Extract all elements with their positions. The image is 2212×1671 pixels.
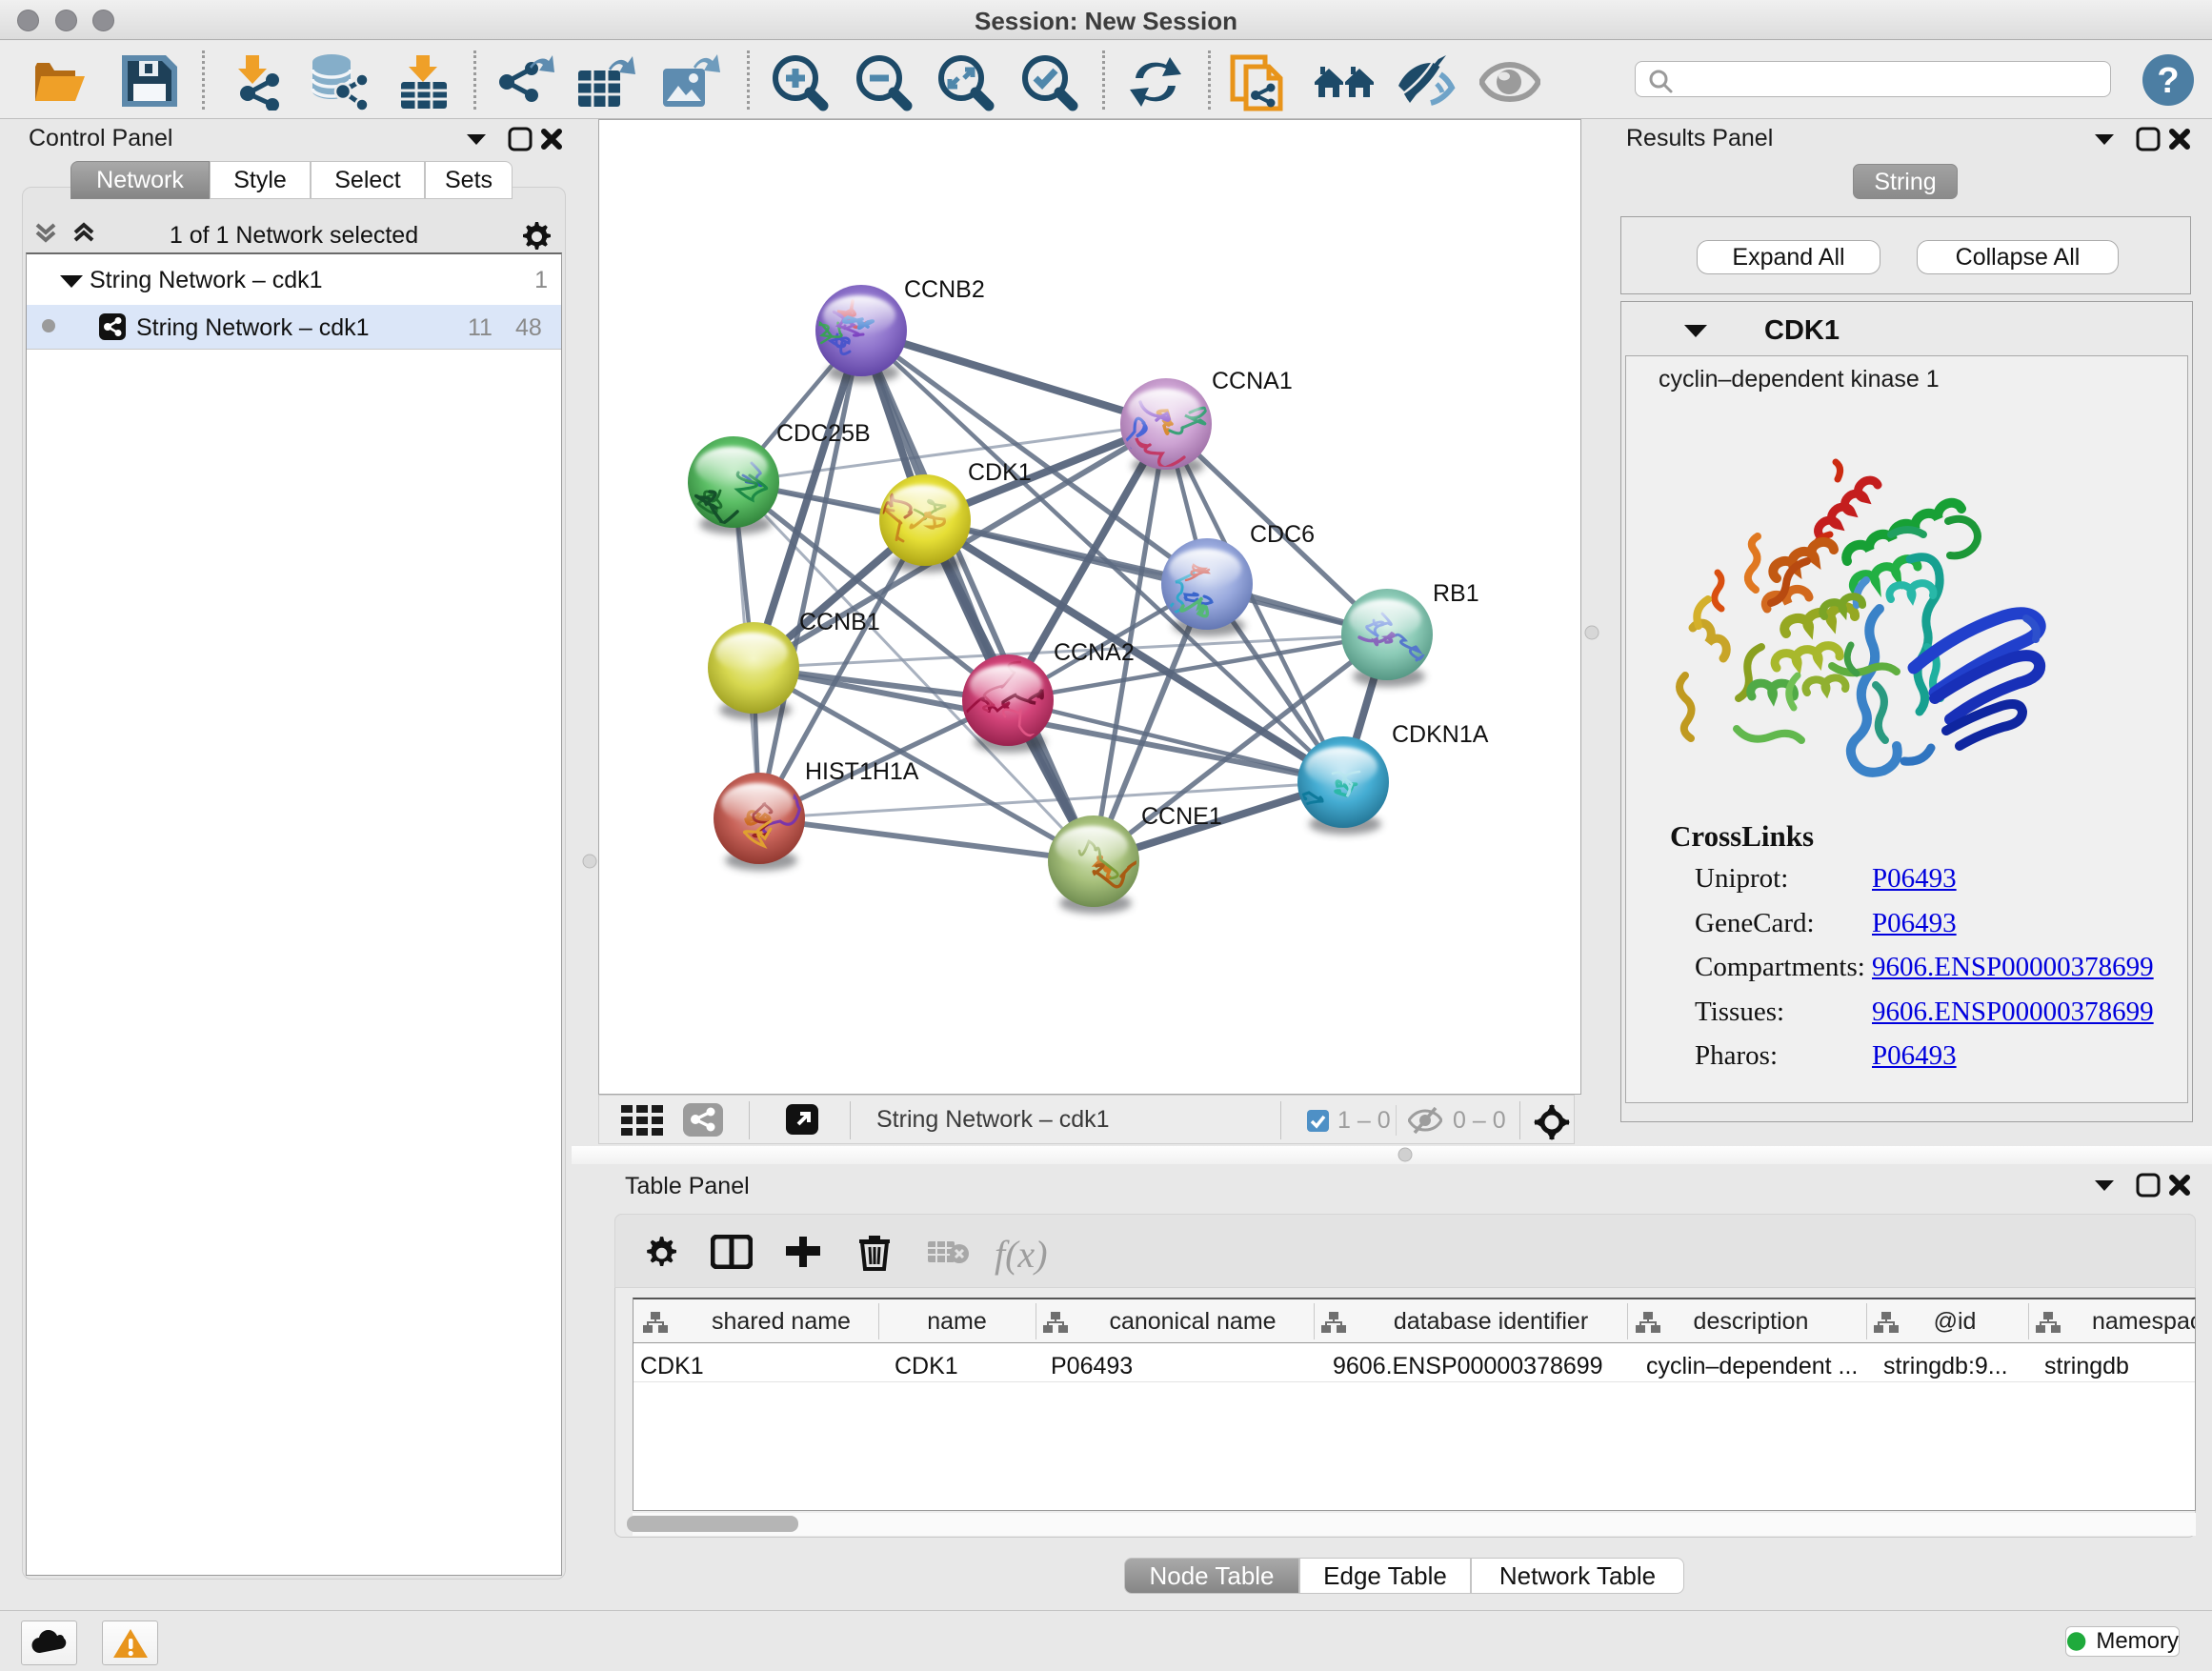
svg-text:CDC6: CDC6 (1250, 521, 1315, 548)
svg-text:CCNA1: CCNA1 (1212, 368, 1293, 394)
svg-text:CCNE1: CCNE1 (1141, 803, 1222, 830)
svg-text:RB1: RB1 (1433, 580, 1479, 607)
svg-text:CCNB1: CCNB1 (799, 609, 880, 635)
svg-text:CDC25B: CDC25B (776, 420, 871, 447)
svg-text:CDKN1A: CDKN1A (1392, 721, 1489, 748)
svg-text:CCNA2: CCNA2 (1054, 639, 1135, 666)
svg-text:CDK1: CDK1 (968, 459, 1032, 486)
svg-text:?: ? (2157, 61, 2179, 101)
svg-text:HIST1H1A: HIST1H1A (805, 758, 919, 785)
svg-text:CCNB2: CCNB2 (904, 276, 985, 303)
